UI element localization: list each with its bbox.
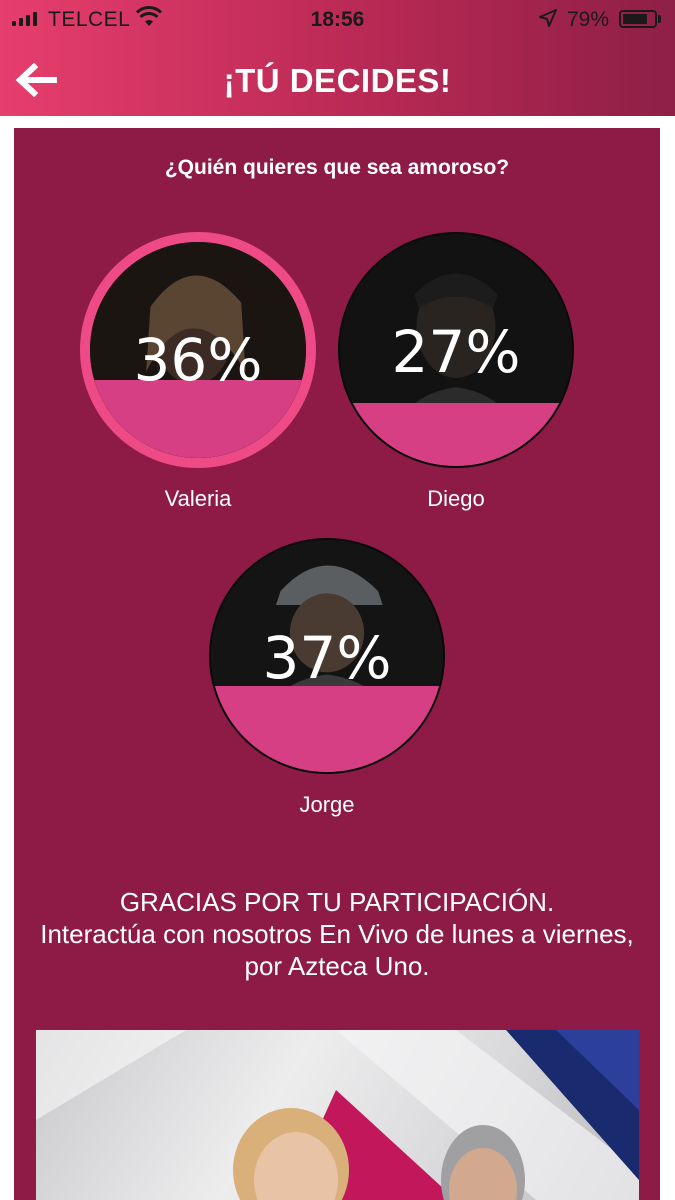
candidate-photo-valeria: 36% [80,232,316,468]
candidate-valeria[interactable]: 36% Valeria [80,232,320,532]
header-divider [0,116,675,128]
header-bar: ¡TÚ DECIDES! [0,40,675,116]
percent-label: 37% [262,624,392,692]
page-title: ¡TÚ DECIDES! [223,62,452,99]
percent-label: 27% [391,318,521,386]
candidate-jorge[interactable]: 37% Jorge [209,538,449,838]
vote-fill [211,686,443,772]
vote-fill [340,403,572,466]
thanks-message: GRACIAS POR TU PARTICIPACIÓN. Interactúa… [34,886,640,982]
candidate-name: Jorge [299,792,355,817]
candidate-name: Diego [427,486,485,511]
thanks-subtitle: Interactúa con nosotros En Vivo de lunes… [40,919,634,981]
poll-card: ¿Quién quieres que sea amoroso? 36% Vale… [14,128,660,1200]
battery-tip [658,15,661,23]
thanks-title: GRACIAS POR TU PARTICIPACIÓN. [119,887,555,917]
battery-percent: 79% [567,8,610,31]
candidate-diego[interactable]: 27% Diego [338,232,578,532]
battery-icon [619,10,657,28]
location-arrow-icon [539,9,557,27]
candidate-photo-jorge: 37% [209,538,445,774]
poll-question: ¿Quién quieres que sea amoroso? [164,156,510,179]
promo-banner[interactable] [36,1030,639,1200]
candidate-name: Valeria [164,486,232,511]
percent-label: 36% [133,326,263,394]
candidate-photo-diego: 27% [338,232,574,468]
promo-image-icon [36,1030,639,1200]
status-bar: TELCEL 18:56 79% [0,0,675,40]
